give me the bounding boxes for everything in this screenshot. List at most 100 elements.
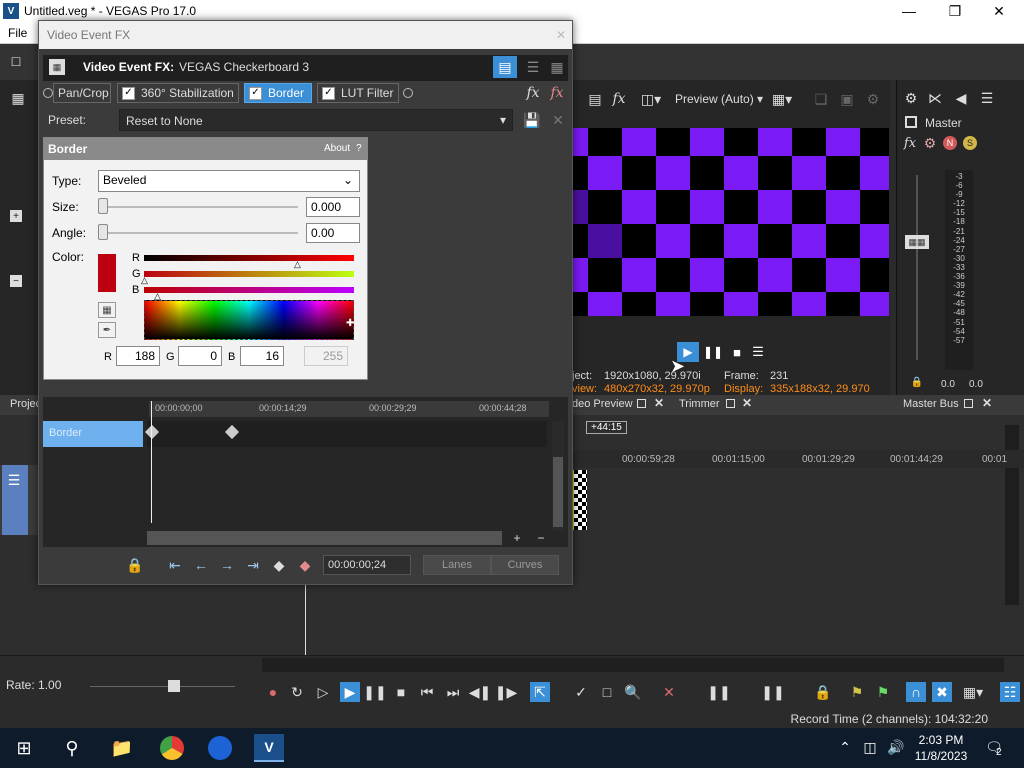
marker-icon[interactable]: ⚑ [850,684,864,700]
search-icon[interactable]: ⚲ [60,736,84,760]
about-link[interactable]: About [324,143,350,154]
prev-frame-icon[interactable]: ◀❚ [469,684,492,700]
play-from-start-icon[interactable]: ▷ [316,684,330,700]
minimize-button[interactable]: — [886,0,932,22]
gear-icon[interactable]: ⚙ [903,90,919,106]
record-icon[interactable]: ● [266,684,280,700]
r-channel-bar[interactable] [144,255,354,261]
region-icon[interactable]: ⚑ [876,684,890,700]
chain-360-stabilization[interactable]: ✓ 360° Stabilization [117,83,239,103]
preview-video-frame[interactable] [572,128,889,316]
chain-border[interactable]: ✓ Border [244,83,312,103]
last-keyframe-icon[interactable]: ⇥ [245,557,261,573]
split-screen-icon[interactable]: ◫▾ [636,90,666,108]
chain-checkbox[interactable]: ✓ [249,86,262,100]
tab-master-bus[interactable]: Master Bus [903,398,959,410]
sync-cursor-icon[interactable]: 🔒 [126,557,143,573]
auto-crossfade-icon[interactable]: ✖ [932,682,952,702]
go-to-start-icon[interactable]: ⏮ [420,684,434,700]
g-channel-bar[interactable] [144,271,354,277]
windows-start-icon[interactable]: ⊞ [14,738,34,758]
help-icon[interactable]: ? [356,143,362,154]
timeline-ruler[interactable]: 00:00:59;28 00:01:15;00 00:01:29;29 00:0… [572,450,1024,468]
expand-icon[interactable]: + [10,210,22,222]
keyframe-ruler[interactable]: 00:00:00;00 00:00:14;29 00:00:29;29 00:0… [149,401,549,417]
zoom-tool-icon[interactable]: 🔍 [624,684,641,700]
view-grid-icon[interactable]: ▦ [547,56,567,78]
keyframe-track-lane[interactable] [147,421,547,447]
clock-date[interactable]: 11/8/2023 [912,749,970,763]
undock-icon[interactable] [964,399,973,408]
mixer-icon[interactable]: ☰ [979,90,995,106]
g-value-input[interactable]: 0 [178,346,222,366]
remove-fx-icon[interactable]: fx [547,83,567,103]
undock-icon[interactable] [637,399,646,408]
stop-icon[interactable]: ■ [394,684,408,700]
new-file-icon[interactable]: □ [8,52,24,70]
curves-button[interactable]: Curves [491,555,559,575]
lock-icon[interactable]: 🔒 [814,684,831,700]
track-menu-icon[interactable]: ☰ [4,472,24,488]
prev-keyframe-icon[interactable]: ← [193,557,209,573]
stop-icon[interactable]: ■ [729,342,745,362]
pause-icon[interactable]: ❚❚ [703,342,723,362]
delete-icon[interactable]: ✕ [662,684,676,700]
eyedropper-icon[interactable]: ✒ [98,322,116,338]
copy-snapshot-icon[interactable]: ❏ [812,90,830,108]
chain-checkbox[interactable]: ✓ [322,86,335,100]
fx-icon[interactable]: fx [610,90,628,108]
dialog-close-icon[interactable]: ✕ [554,28,568,42]
keyframe-time-display[interactable]: 00:00:00;24 [323,555,411,575]
chevron-up-icon[interactable]: ⌃ [838,739,852,755]
lock-icon[interactable]: 🔒 [911,376,923,388]
view-single-icon[interactable]: ▤ [493,56,517,78]
speaker-icon[interactable]: ◀ [953,90,969,106]
close-tab-icon[interactable]: ✕ [654,396,664,410]
angle-value-input[interactable]: 0.00 [306,223,360,243]
color-spectrum-picker[interactable] [144,300,354,340]
loop-icon[interactable]: ↻ [290,684,304,700]
chrome-alt-icon[interactable] [208,736,232,760]
next-frame-icon[interactable]: ❚▶ [495,684,518,700]
chain-pan-crop[interactable]: Pan/Crop [53,83,111,103]
save-preset-icon[interactable]: 💾 [523,111,541,129]
go-to-end-icon[interactable]: ⏭ [446,684,460,700]
snapping-icon[interactable]: ∩ [906,682,926,702]
close-tab-icon[interactable]: ✕ [742,396,752,410]
alpha-value-input[interactable]: 255 [304,346,348,366]
vegas-taskbar-icon[interactable]: V [254,734,284,762]
envelope-tool-icon[interactable]: ✓ [574,684,588,700]
grid-icon[interactable]: ▦▾ [770,90,794,108]
lanes-button[interactable]: Lanes [423,555,491,575]
chrome-icon[interactable] [160,736,184,760]
size-slider-thumb[interactable] [98,198,108,214]
trim-start-icon[interactable]: ❚❚ [707,684,730,700]
chain-lut-filter[interactable]: ✓ LUT Filter [317,83,399,103]
normal-edit-tool-icon[interactable]: ⇱ [530,682,550,702]
split-icon[interactable]: ❚❚ [761,684,784,700]
keyframe-cursor[interactable] [151,401,152,523]
angle-slider-thumb[interactable] [98,224,108,240]
size-value-input[interactable]: 0.000 [306,197,360,217]
zoom-out-icon[interactable]: − [533,531,549,545]
volume-icon[interactable]: 🔊 [887,739,904,755]
selection-tool-icon[interactable]: □ [600,684,614,700]
delete-keyframe-icon[interactable]: ◆ [297,557,313,573]
clock-time[interactable]: 2:03 PM [916,733,966,747]
collapse-icon[interactable]: − [10,275,22,287]
pause-icon[interactable]: ❚❚ [363,684,386,700]
automation-icon[interactable]: ⚙ [923,135,937,151]
plugin-chain-icon[interactable]: ▦ [49,59,65,75]
close-tab-icon[interactable]: ✕ [982,396,992,410]
explorer-icon[interactable]: ▦ [10,90,26,106]
split-icon[interactable]: ⋉ [927,90,943,106]
g-channel-marker[interactable]: △ [141,275,148,286]
color-swatch[interactable] [98,254,116,292]
volume-fader[interactable]: ▦▦ [905,235,929,249]
file-explorer-icon[interactable]: 📁 [110,736,134,760]
post-edit-ripple-icon[interactable]: ☷ [1000,682,1020,702]
r-channel-marker[interactable]: △ [294,259,301,270]
rate-slider-thumb[interactable] [168,680,180,692]
chain-checkbox[interactable]: ✓ [122,86,135,100]
keyframe-vertical-scrollbar[interactable] [552,421,564,531]
